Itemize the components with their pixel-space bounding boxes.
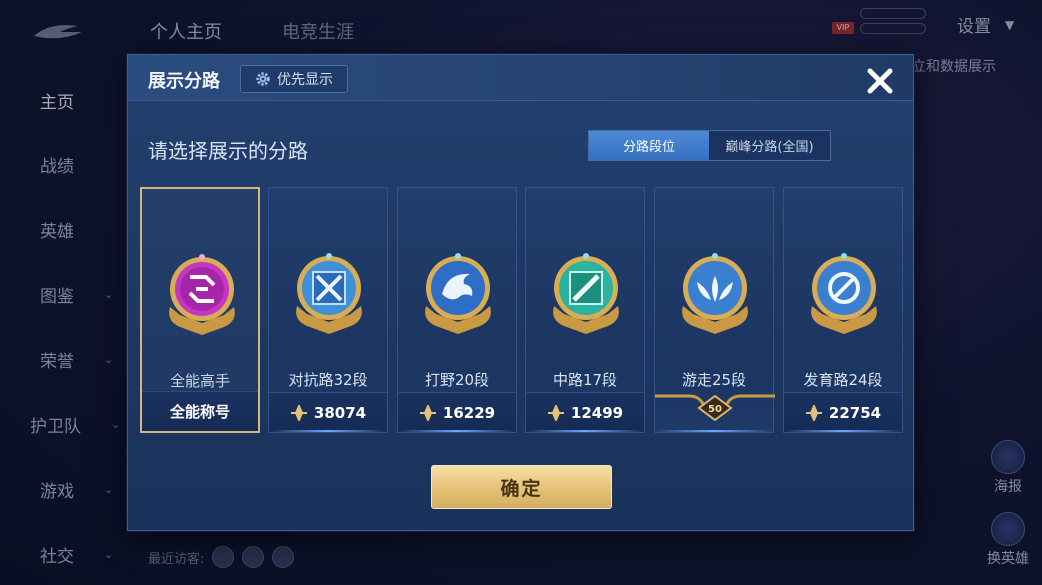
lane-card-name: 中路17段 [552, 371, 618, 389]
lane-card-farm[interactable]: 发育路24段 22754 [783, 187, 903, 433]
confirm-button[interactable]: 确定 [431, 465, 612, 509]
card-underline [398, 430, 516, 432]
lane-card-name: 对抗路32段 [288, 371, 368, 389]
lane-card-mid[interactable]: 中路17段 12499 [525, 187, 645, 433]
lane-card-footer: 全能称号 [142, 391, 258, 431]
lane-card-footer: 16229 [398, 392, 516, 432]
lane-card-footer: 12499 [526, 392, 644, 432]
dialog-header: 展示分路 优先显示 [128, 55, 913, 101]
lane-card-roam[interactable]: 游走25段 50 [654, 187, 775, 433]
clash-lane-emblem-icon [296, 253, 362, 334]
rank-points-icon [547, 404, 564, 421]
dialog-title: 展示分路 [148, 71, 220, 92]
lane-display-dialog: 展示分路 优先显示 请选择展示的分路 分路段位 巅峰分路(全国) 全能高手 全能… [127, 54, 914, 531]
jungle-emblem-icon [425, 253, 491, 334]
card-underline [526, 430, 644, 432]
roam-level-badge: 50 [655, 394, 775, 422]
lane-card-name: 发育路24段 [803, 371, 883, 389]
lane-card-jungle[interactable]: 打野20段 16229 [397, 187, 517, 433]
card-underline [269, 430, 387, 432]
priority-display-button[interactable]: 优先显示 [240, 65, 348, 93]
card-underline [784, 430, 902, 432]
roam-level-value: 50 [708, 404, 722, 415]
all-round-emblem-icon [169, 254, 235, 335]
lane-card-footer: 22754 [784, 392, 902, 432]
tab-peak-lane[interactable]: 巅峰分路(全国) [709, 131, 830, 160]
roam-emblem-icon [682, 253, 748, 334]
card-underline [655, 430, 773, 432]
dialog-subtitle: 请选择展示的分路 [148, 139, 308, 163]
lane-card-name: 打野20段 [424, 371, 490, 389]
mid-lane-emblem-icon [553, 253, 619, 334]
segment-control: 分路段位 巅峰分路(全国) [588, 130, 831, 161]
lane-card-footer: 38074 [269, 392, 387, 432]
lane-card-name: 游走25段 [681, 371, 747, 389]
farm-lane-emblem-icon [811, 253, 877, 334]
lane-card-all-round[interactable]: 全能高手 全能称号 [140, 187, 260, 433]
rank-points-icon [290, 404, 307, 421]
lane-card-clash[interactable]: 对抗路32段 38074 [268, 187, 388, 433]
tab-lane-rank[interactable]: 分路段位 [589, 131, 709, 160]
lane-card-name: 全能高手 [169, 372, 230, 390]
rank-points-icon [419, 404, 436, 421]
rank-points-icon [805, 404, 822, 421]
gear-icon [256, 72, 270, 86]
lane-card-list: 全能高手 全能称号 对抗路32段 38074 打野20段 16229 中路17段… [140, 187, 903, 433]
close-icon[interactable] [860, 61, 900, 101]
